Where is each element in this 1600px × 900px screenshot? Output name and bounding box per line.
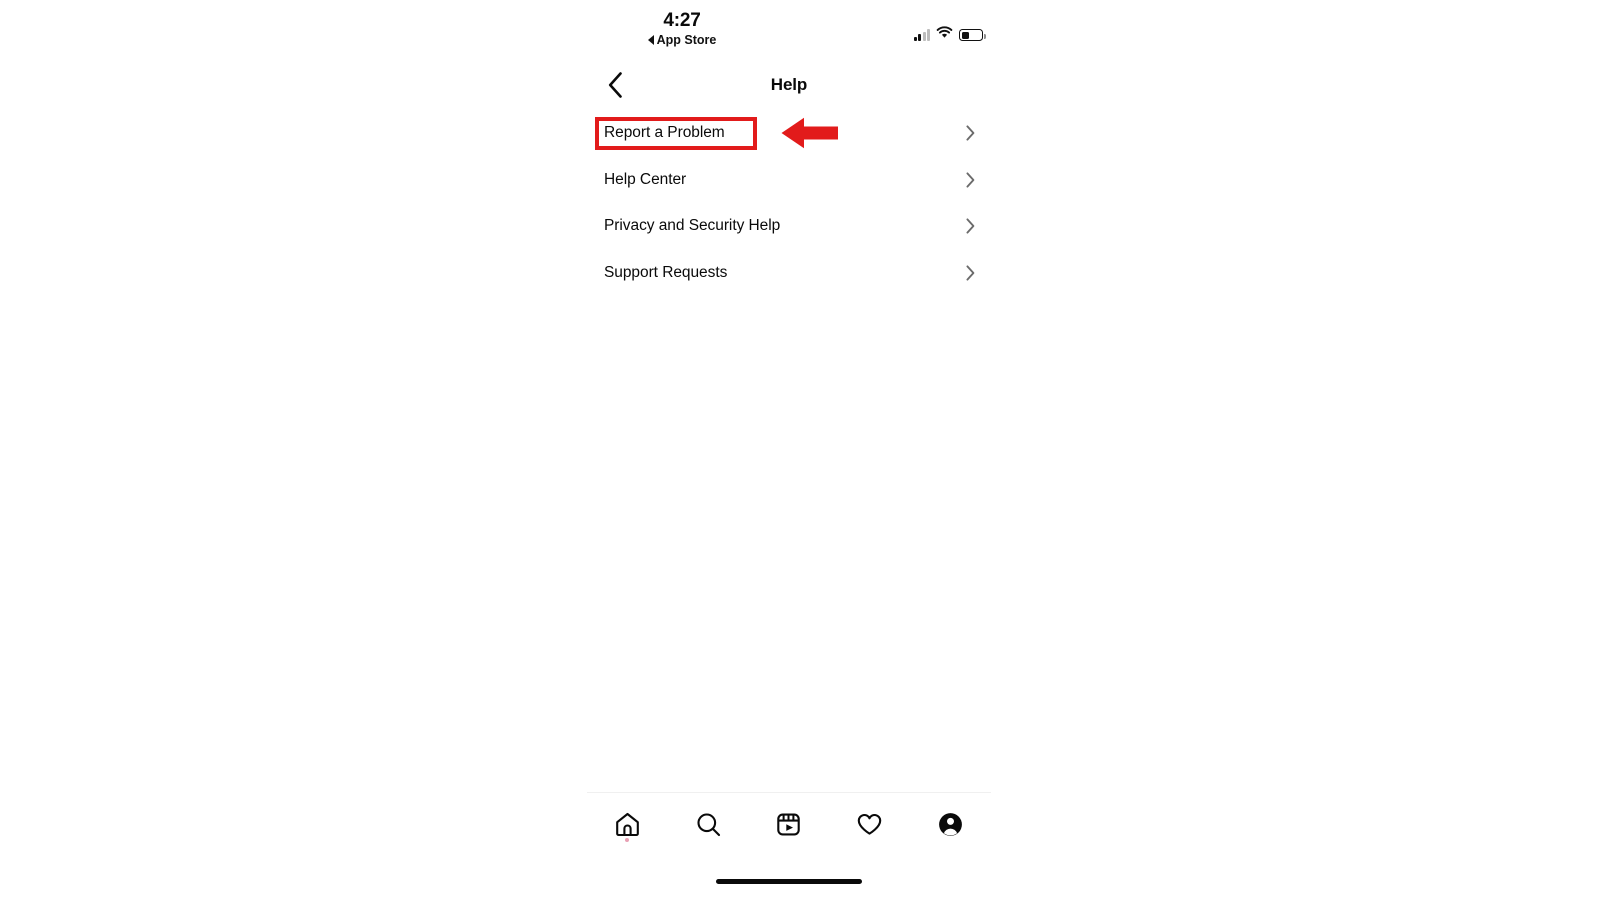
chevron-right-icon: [966, 125, 975, 141]
chevron-right-icon: [966, 172, 975, 188]
menu-item-label: Help Center: [604, 170, 687, 188]
tab-home[interactable]: [587, 793, 668, 855]
menu-item-privacy-and-security-help[interactable]: Privacy and Security Help: [587, 203, 991, 250]
reels-icon: [777, 813, 801, 835]
home-indicator: [716, 879, 862, 884]
chevron-right-icon: [966, 218, 975, 234]
chevron-right-icon: [966, 265, 975, 281]
home-tab-notification-dot: [625, 838, 630, 842]
status-bar-right: [913, 26, 986, 44]
status-bar-left: 4:27 App Store: [587, 10, 777, 48]
menu-item-help-center[interactable]: Help Center: [587, 157, 991, 204]
status-bar-clock: 4:27: [663, 10, 701, 31]
battery-low-icon: [959, 29, 986, 41]
nav-header: Help: [587, 62, 991, 110]
tab-profile[interactable]: [910, 793, 991, 855]
back-to-app-store-link[interactable]: App Store: [587, 33, 777, 48]
home-icon: [616, 812, 639, 836]
wifi-icon: [936, 26, 953, 44]
back-to-app-store-label: App Store: [656, 33, 717, 47]
menu-item-label: Privacy and Security Help: [604, 217, 781, 235]
cellular-signal-icon: [913, 29, 930, 41]
menu-item-support-requests[interactable]: Support Requests: [587, 250, 991, 297]
search-icon: [697, 812, 720, 836]
back-triangle-icon: [647, 35, 654, 45]
heart-icon: [858, 813, 882, 835]
phone-screen: 4:27 App Store Help Report a Problem Hel…: [587, 0, 991, 900]
bottom-tab-bar: [587, 792, 991, 855]
profile-avatar-icon: [939, 812, 962, 836]
tab-reels[interactable]: [749, 793, 830, 855]
menu-item-label: Report a Problem: [604, 124, 725, 142]
tab-activity[interactable]: [829, 793, 910, 855]
help-menu-list: Report a Problem Help Center Privacy and…: [587, 110, 991, 296]
menu-item-report-a-problem[interactable]: Report a Problem: [587, 110, 991, 157]
page-title: Help: [770, 75, 808, 94]
menu-item-label: Support Requests: [604, 263, 728, 281]
tab-search[interactable]: [668, 793, 749, 855]
status-bar: 4:27 App Store: [587, 0, 991, 62]
